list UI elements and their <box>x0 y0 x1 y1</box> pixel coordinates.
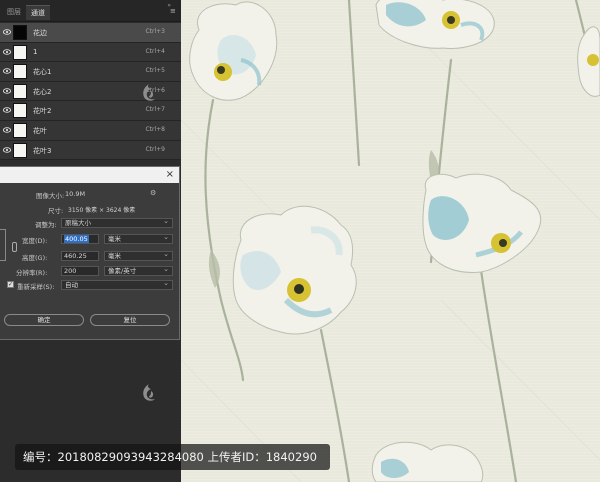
channel-thumbnail <box>13 122 27 138</box>
channel-shortcut: Ctrl+7 <box>145 106 165 114</box>
channel-shortcut: Ctrl+4 <box>145 47 165 55</box>
image-size-value: 10.9M <box>65 190 86 198</box>
channel-thumbnail <box>13 142 27 158</box>
channel-name: 花边 <box>33 29 47 37</box>
tab-layers[interactable]: 图层 <box>2 5 26 20</box>
image-size-label: 图像大小: <box>36 192 65 200</box>
channel-row[interactable]: 花叶 Ctrl+8 <box>0 120 181 141</box>
channel-shortcut: Ctrl+3 <box>145 28 165 35</box>
chain-link-icon[interactable] <box>12 242 17 252</box>
width-unit-dropdown[interactable]: 毫米 <box>104 233 173 244</box>
channel-thumbnail <box>13 44 27 60</box>
visibility-eye-icon[interactable] <box>3 146 11 153</box>
channel-row[interactable]: 花边 Ctrl+3 <box>0 23 181 43</box>
dialog-titlebar: × <box>0 167 179 183</box>
document-canvas[interactable] <box>181 0 600 482</box>
visibility-eye-icon[interactable] <box>3 68 11 74</box>
channel-shortcut: Ctrl+5 <box>145 67 165 75</box>
channel-thumbnail <box>13 83 27 99</box>
channel-thumbnail <box>13 25 27 40</box>
channel-row[interactable]: 花叶2 Ctrl+7 <box>0 101 181 121</box>
resample-dropdown[interactable]: 自动 <box>61 279 173 290</box>
height-unit-dropdown[interactable]: 毫米 <box>104 250 173 261</box>
image-size-dialog: × 图像大小: 10.9M ⚙ 尺寸: 3150 像素 × 3624 像素 调整… <box>0 166 180 340</box>
visibility-eye-icon[interactable] <box>3 107 11 114</box>
dimensions-value: 3150 像素 × 3624 像素 <box>68 207 136 214</box>
ok-button[interactable]: 确定 <box>4 314 84 326</box>
resample-checkbox[interactable]: ✓ <box>7 281 14 288</box>
width-input[interactable]: 400.05 <box>61 234 99 244</box>
channel-row[interactable]: 花叶3 Ctrl+9 <box>0 140 181 161</box>
width-label: 宽度(D): <box>22 237 48 245</box>
fit-to-label: 调整为: <box>35 221 57 229</box>
visibility-eye-icon[interactable] <box>3 48 11 55</box>
channel-name: 花心2 <box>33 87 52 96</box>
height-label: 高度(G): <box>22 254 48 262</box>
channel-name: 1 <box>33 47 38 56</box>
watermark-logo-icon <box>143 84 155 101</box>
channel-thumbnail <box>13 64 27 80</box>
channel-name: 花心1 <box>33 68 52 77</box>
id-overlay-banner: 编号：20180829093943284080 上传者ID：1840290 <box>15 444 330 470</box>
gear-icon[interactable]: ⚙ <box>150 189 156 197</box>
link-bracket <box>0 229 6 261</box>
left-panel: 图层 通道 » ≡ 花边 Ctrl+3 1 Ctrl+4 花心1 Ctrl+5 花心2 Ctr… <box>0 0 181 482</box>
channel-shortcut: Ctrl+8 <box>145 125 165 133</box>
channel-thumbnail <box>13 103 27 119</box>
close-icon[interactable]: × <box>166 168 174 182</box>
watermark-logo-icon-2 <box>143 384 155 401</box>
floral-pattern-image <box>181 0 600 482</box>
resolution-label: 分辨率(R): <box>16 269 48 277</box>
visibility-eye-icon[interactable] <box>3 127 11 133</box>
channel-name: 花叶3 <box>33 146 52 155</box>
channel-name: 花叶 <box>33 126 47 135</box>
channel-row[interactable]: 花心1 Ctrl+5 <box>0 62 181 82</box>
resample-label: 重新采样(S): <box>17 283 55 291</box>
dimensions-label: 尺寸: <box>48 207 64 215</box>
channel-shortcut: Ctrl+9 <box>145 145 165 153</box>
resolution-unit-dropdown[interactable]: 像素/英寸 <box>104 265 173 276</box>
channel-row[interactable]: 1 Ctrl+4 <box>0 42 181 63</box>
panel-menu-icon[interactable]: ≡ <box>170 8 178 15</box>
height-input[interactable]: 460.25 <box>61 251 99 261</box>
fit-to-dropdown[interactable]: 原稿大小 <box>61 217 173 228</box>
reset-button[interactable]: 复位 <box>90 314 170 326</box>
tab-channels[interactable]: 通道 <box>26 5 50 20</box>
channel-name: 花叶2 <box>33 107 52 116</box>
resolution-input[interactable]: 200 <box>61 266 99 276</box>
visibility-eye-icon[interactable] <box>3 88 11 94</box>
width-value: 400.05 <box>64 235 89 243</box>
panel-tab-bar: 图层 通道 » ≡ <box>0 0 181 22</box>
visibility-eye-icon[interactable] <box>3 29 11 35</box>
